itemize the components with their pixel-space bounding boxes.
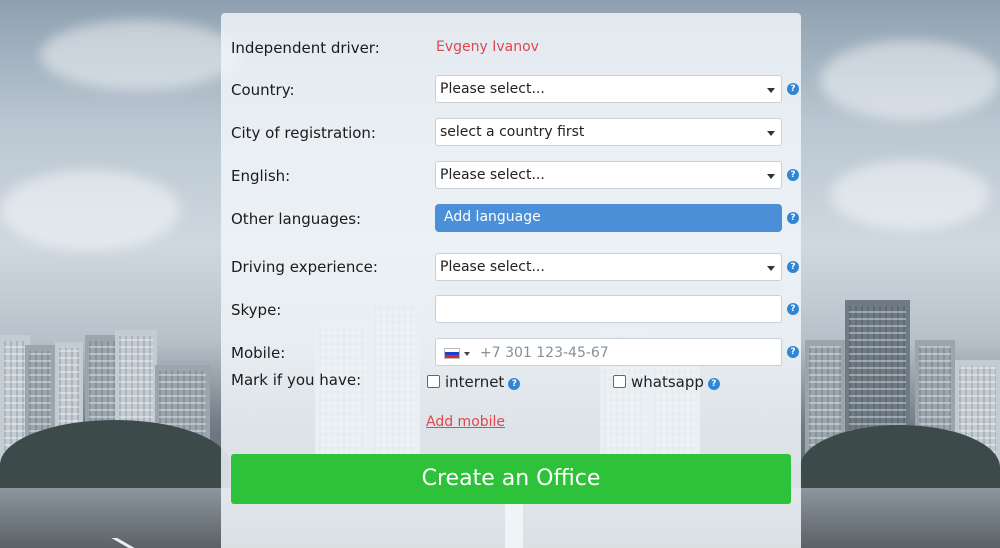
internet-checkbox[interactable] <box>427 375 440 388</box>
chevron-down-icon <box>464 352 470 356</box>
experience-row: Driving experience: Please select... ? <box>231 253 799 283</box>
mobile-row: Mobile: +7 301 123-45-67 ? <box>231 338 799 368</box>
registration-form-panel: Independent driver: Evgeny Ivanov Countr… <box>221 13 801 548</box>
chevron-down-icon <box>767 88 775 93</box>
country-select[interactable]: Please select... <box>435 75 782 103</box>
languages-label: Other languages: <box>231 210 362 228</box>
help-icon[interactable]: ? <box>787 169 799 181</box>
help-icon[interactable]: ? <box>787 261 799 273</box>
russia-flag-icon[interactable] <box>444 348 460 359</box>
mobile-label: Mobile: <box>231 344 286 362</box>
whatsapp-label: whatsapp <box>631 373 704 391</box>
add-mobile-row: Add mobile <box>231 412 791 442</box>
help-icon[interactable]: ? <box>787 303 799 315</box>
skype-row: Skype: ? <box>231 295 799 325</box>
add-language-button[interactable]: Add language <box>435 204 782 232</box>
mobile-input[interactable]: +7 301 123-45-67 <box>435 338 782 366</box>
add-mobile-link[interactable]: Add mobile <box>426 414 505 430</box>
city-row: City of registration: select a country f… <box>231 118 791 148</box>
driver-name: Evgeny Ivanov <box>436 39 539 55</box>
internet-option[interactable]: internet? <box>427 373 521 391</box>
english-label: English: <box>231 167 291 185</box>
chevron-down-icon <box>767 131 775 136</box>
city-label: City of registration: <box>231 124 376 142</box>
whatsapp-option[interactable]: whatsapp? <box>613 373 720 391</box>
english-row: English: Please select... ? <box>231 161 799 191</box>
experience-select-value: Please select... <box>440 259 545 275</box>
country-label: Country: <box>231 81 295 99</box>
help-icon[interactable]: ? <box>787 212 799 224</box>
english-select-value: Please select... <box>440 167 545 183</box>
country-row: Country: Please select... ? <box>231 75 799 105</box>
experience-select[interactable]: Please select... <box>435 253 782 281</box>
mark-row: Mark if you have: internet? whatsapp? <box>231 371 791 401</box>
help-icon[interactable]: ? <box>707 378 720 390</box>
languages-row: Other languages: Add language ? <box>231 204 799 234</box>
city-select[interactable]: select a country first <box>435 118 782 146</box>
english-select[interactable]: Please select... <box>435 161 782 189</box>
driver-label: Independent driver: <box>231 39 380 57</box>
help-icon[interactable]: ? <box>787 83 799 95</box>
help-icon[interactable]: ? <box>508 378 521 390</box>
internet-label: internet <box>445 373 505 391</box>
whatsapp-checkbox[interactable] <box>613 375 626 388</box>
experience-label: Driving experience: <box>231 258 378 276</box>
country-select-value: Please select... <box>440 81 545 97</box>
mobile-placeholder: +7 301 123-45-67 <box>480 345 609 361</box>
driver-row: Independent driver: Evgeny Ivanov <box>231 35 791 65</box>
create-office-button[interactable]: Create an Office <box>231 454 791 504</box>
skype-input[interactable] <box>435 295 782 323</box>
help-icon[interactable]: ? <box>787 346 799 358</box>
mark-label: Mark if you have: <box>231 371 362 389</box>
chevron-down-icon <box>767 174 775 179</box>
skype-label: Skype: <box>231 301 282 319</box>
chevron-down-icon <box>767 266 775 271</box>
city-select-value: select a country first <box>440 124 585 140</box>
